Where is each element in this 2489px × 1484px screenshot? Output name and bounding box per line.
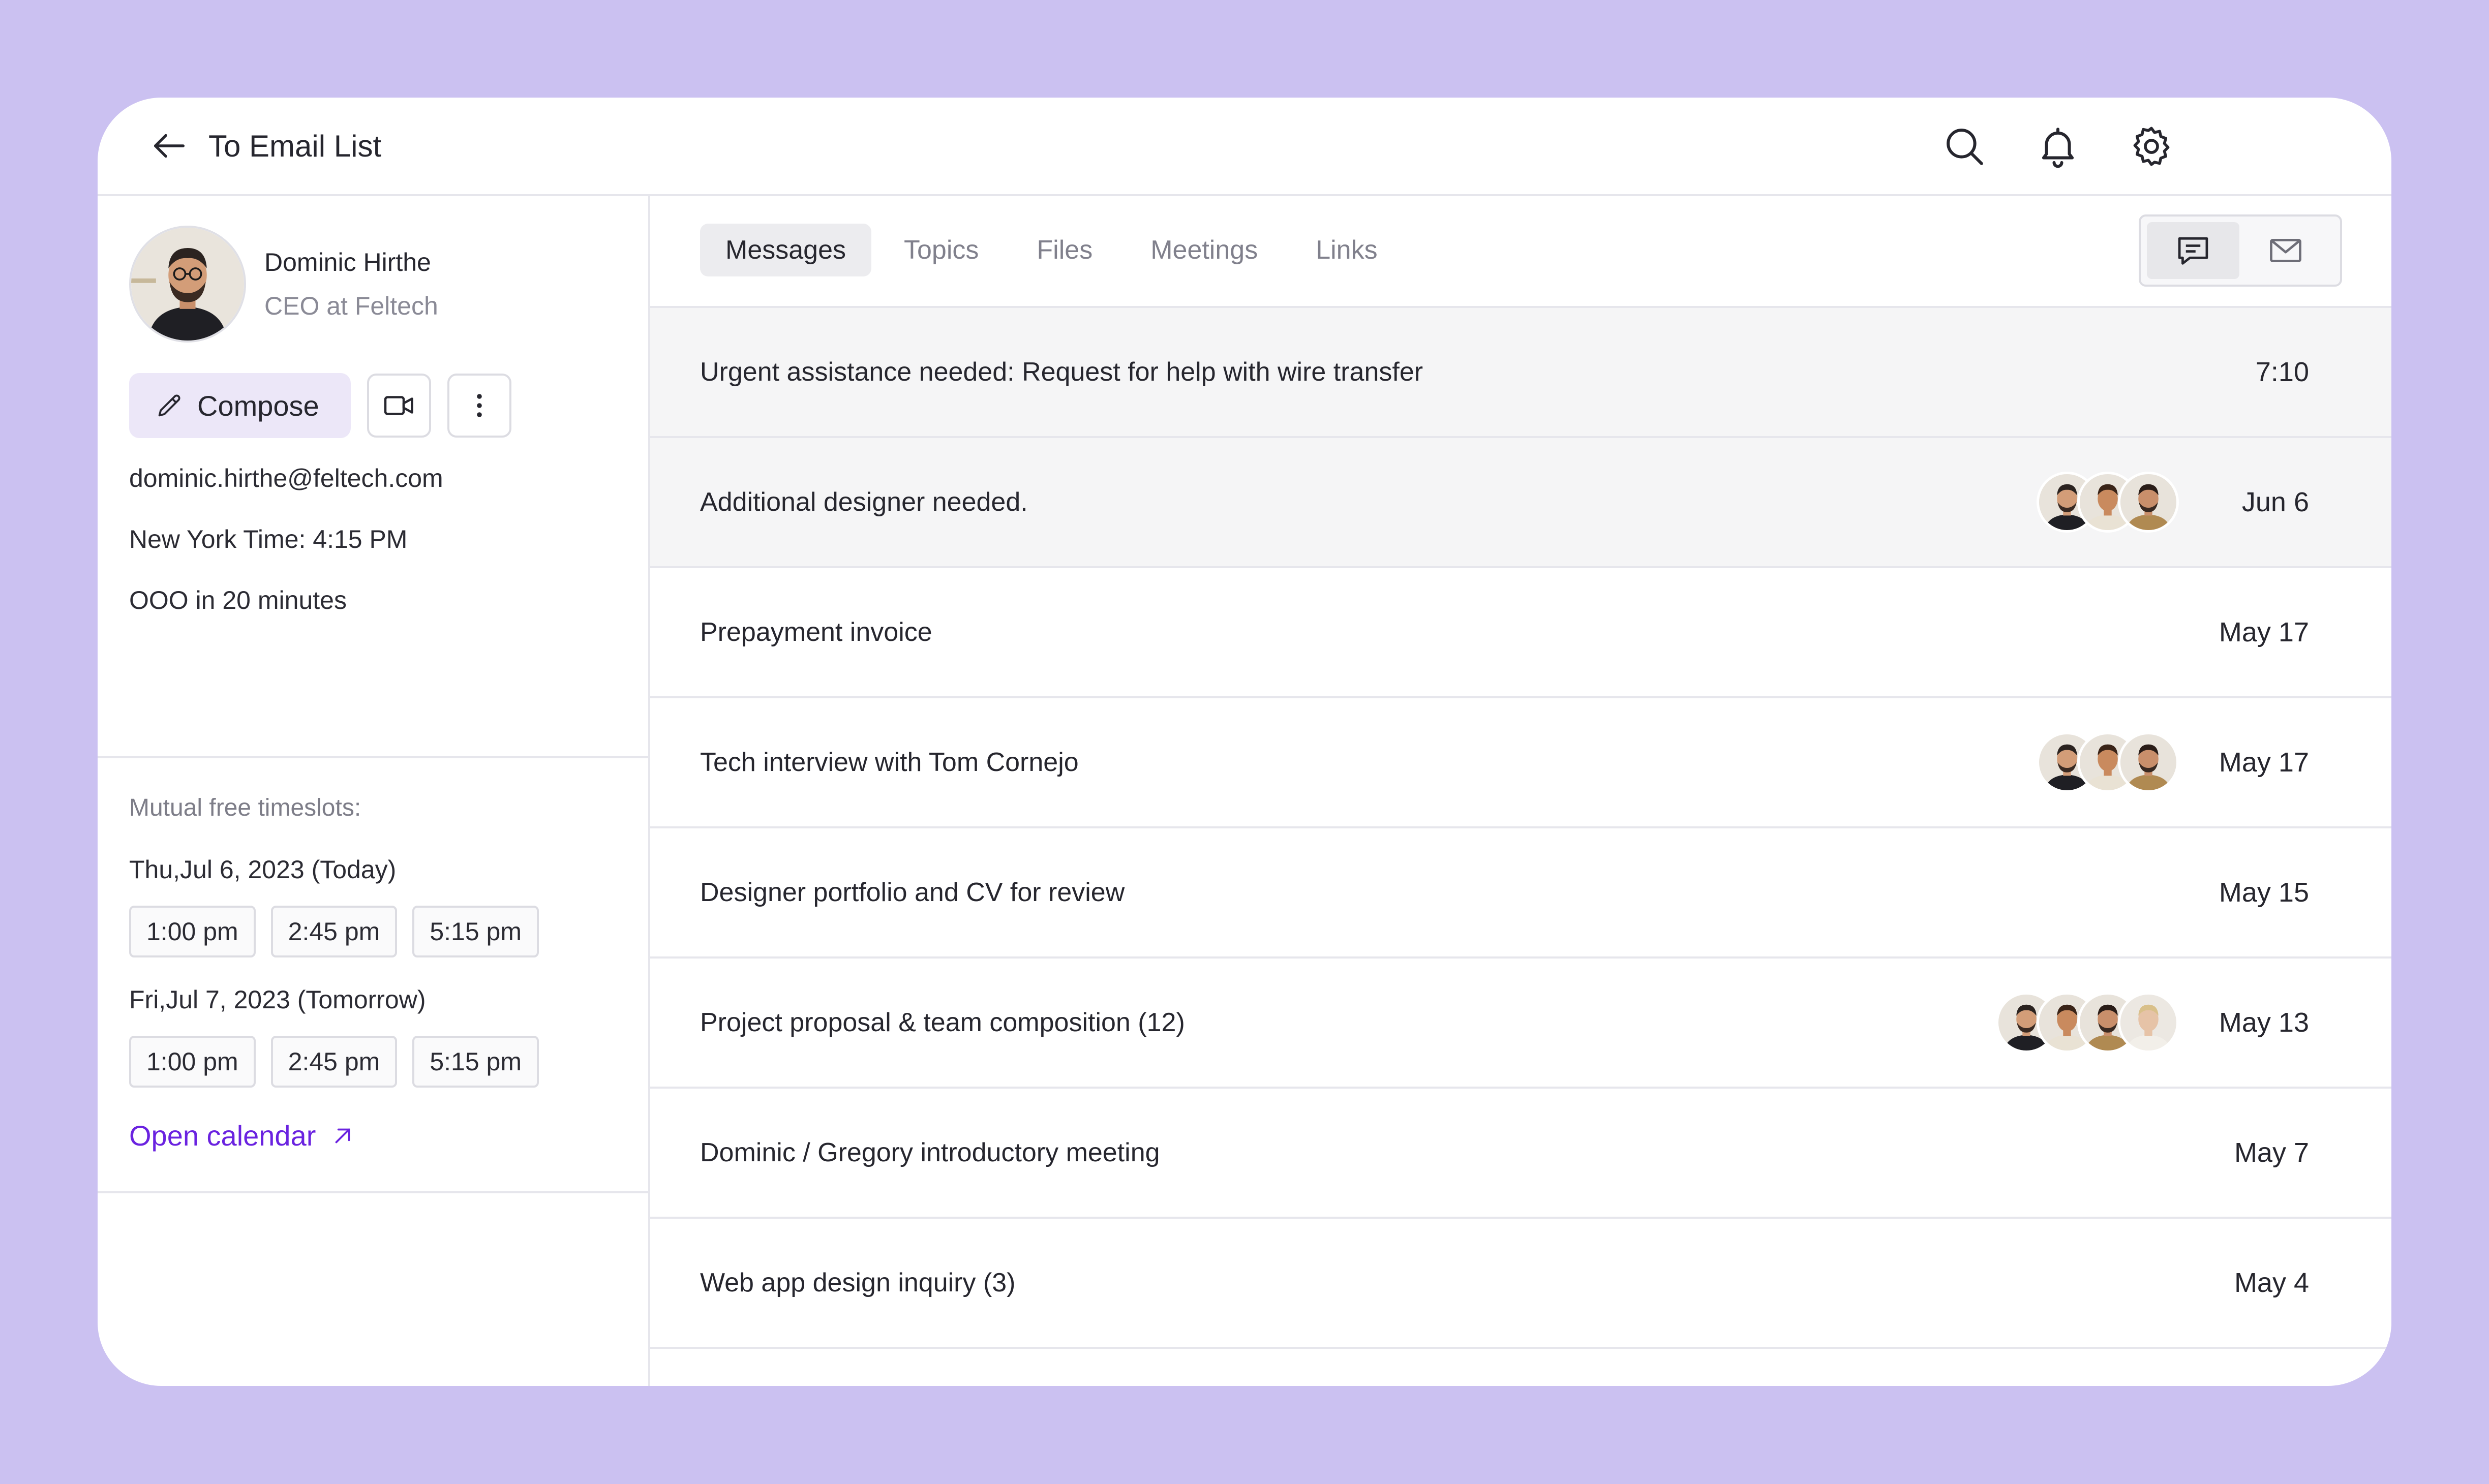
tab-bar: Messages Topics Files Meetings Links [650, 194, 2391, 308]
message-list: Urgent assistance needed: Request for he… [650, 308, 2391, 1349]
timeslot-button[interactable]: 1:00 pm [129, 906, 256, 957]
video-call-button[interactable] [367, 374, 431, 438]
contact-detail-window: To Email List Dominic Hirthe CEO at Felt… [98, 98, 2391, 1386]
view-toggle [2139, 214, 2342, 287]
open-calendar-link[interactable]: Open calendar [129, 1119, 355, 1152]
timeslot-group-today: 1:00 pm 2:45 pm 5:15 pm [129, 906, 554, 957]
sidebar-divider [98, 756, 648, 758]
mutual-timeslots-label: Mutual free timeslots: [129, 794, 361, 821]
participant-avatars [2037, 732, 2179, 793]
message-row[interactable]: Urgent assistance needed: Request for he… [650, 308, 2391, 438]
participant-avatar [2118, 472, 2179, 533]
message-date: May 13 [2219, 1007, 2309, 1038]
timeslot-button[interactable]: 2:45 pm [270, 1036, 398, 1088]
chat-view-button[interactable] [2147, 222, 2239, 279]
timeslot-group-tomorrow: 1:00 pm 2:45 pm 5:15 pm [129, 1036, 554, 1088]
message-subject: Additional designer needed. [700, 487, 1028, 517]
timeslot-button[interactable]: 1:00 pm [129, 1036, 256, 1088]
timeslot-button[interactable]: 5:15 pm [412, 906, 539, 957]
message-row[interactable]: Dominic / Gregory introductory meeting M… [650, 1089, 2391, 1219]
contact-sidebar: Dominic Hirthe CEO at Feltech Compose do… [98, 194, 650, 1386]
sidebar-divider [98, 1191, 648, 1193]
participant-avatar-image [2120, 474, 2176, 530]
participant-avatars [2037, 472, 2179, 533]
arrow-up-right-icon [336, 1128, 350, 1143]
message-date: May 17 [2219, 617, 2309, 647]
contact-actions: Compose [129, 373, 511, 438]
message-date: May 17 [2219, 747, 2309, 778]
timeslot-date-tomorrow: Fri,Jul 7, 2023 (Tomorrow) [129, 985, 426, 1014]
contact-local-time: New York Time: 4:15 PM [129, 525, 408, 553]
timeslot-button[interactable]: 2:45 pm [270, 906, 398, 957]
settings-button[interactable] [2127, 122, 2176, 171]
mail-icon [2270, 239, 2301, 262]
tab-meetings[interactable]: Meetings [1125, 224, 1283, 276]
message-row[interactable]: Web app design inquiry (3) May 4 [650, 1219, 2391, 1349]
message-row[interactable]: Additional designer needed. Jun 6 [650, 438, 2391, 568]
message-date: May 15 [2219, 877, 2309, 908]
message-date: Jun 6 [2241, 487, 2309, 517]
bell-icon [2042, 128, 2074, 168]
participant-avatar-image [2120, 995, 2176, 1050]
arrow-left-icon [154, 134, 185, 158]
open-calendar-label: Open calendar [129, 1120, 316, 1152]
message-subject: Designer portfolio and CV for review [700, 878, 1125, 907]
message-subject: Urgent assistance needed: Request for he… [700, 357, 1423, 387]
chat-icon [2178, 237, 2208, 265]
message-row[interactable]: Designer portfolio and CV for review May… [650, 828, 2391, 959]
message-date: May 7 [2234, 1137, 2309, 1168]
timeslot-button[interactable]: 5:15 pm [412, 1036, 539, 1088]
avatar [129, 226, 246, 343]
contact-profile: Dominic Hirthe CEO at Feltech [129, 226, 438, 343]
gear-icon [2133, 127, 2170, 166]
top-bar: To Email List [98, 98, 2391, 196]
participant-avatar-image [2120, 734, 2176, 790]
contact-status: OOO in 20 minutes [129, 586, 347, 614]
notifications-button[interactable] [2033, 122, 2082, 171]
message-subject: Web app design inquiry (3) [700, 1268, 1016, 1297]
timeslot-date-today: Thu,Jul 6, 2023 (Today) [129, 855, 397, 884]
back-to-email-list-button[interactable]: To Email List [148, 126, 381, 166]
message-subject: Dominic / Gregory introductory meeting [700, 1138, 1160, 1167]
message-row[interactable]: Tech interview with Tom Cornejo May 17 [650, 698, 2391, 828]
avatar-image [131, 228, 244, 341]
contact-name: Dominic Hirthe [264, 248, 431, 276]
compose-button[interactable]: Compose [129, 373, 351, 438]
search-button[interactable] [1940, 122, 1989, 171]
message-subject: Tech interview with Tom Cornejo [700, 748, 1079, 777]
more-vertical-icon [476, 394, 482, 417]
participant-avatars [1996, 992, 2179, 1053]
message-date: May 4 [2234, 1267, 2309, 1298]
message-date: 7:10 [2255, 357, 2309, 387]
message-row[interactable]: Project proposal & team composition (12)… [650, 959, 2391, 1089]
tab-topics[interactable]: Topics [878, 224, 1004, 276]
email-view-button[interactable] [2239, 222, 2332, 279]
tab-files[interactable]: Files [1011, 224, 1118, 276]
search-icon [1947, 129, 1983, 165]
participant-avatar [2118, 992, 2179, 1053]
message-subject: Prepayment invoice [700, 617, 932, 647]
messages-panel: Messages Topics Files Meetings Links Urg… [650, 194, 2391, 1386]
video-camera-icon [384, 396, 413, 415]
message-subject: Project proposal & team composition (12) [700, 1008, 1185, 1037]
message-row[interactable]: Prepayment invoice May 17 [650, 568, 2391, 698]
pencil-icon [158, 394, 180, 417]
participant-avatar [2118, 732, 2179, 793]
contact-email[interactable]: dominic.hirthe@feltech.com [129, 463, 443, 493]
back-label: To Email List [208, 129, 382, 163]
tab-links[interactable]: Links [1290, 224, 1403, 276]
compose-label: Compose [197, 389, 319, 422]
tab-messages[interactable]: Messages [700, 224, 871, 276]
contact-role: CEO at Feltech [264, 292, 438, 320]
more-options-button[interactable] [447, 374, 511, 438]
